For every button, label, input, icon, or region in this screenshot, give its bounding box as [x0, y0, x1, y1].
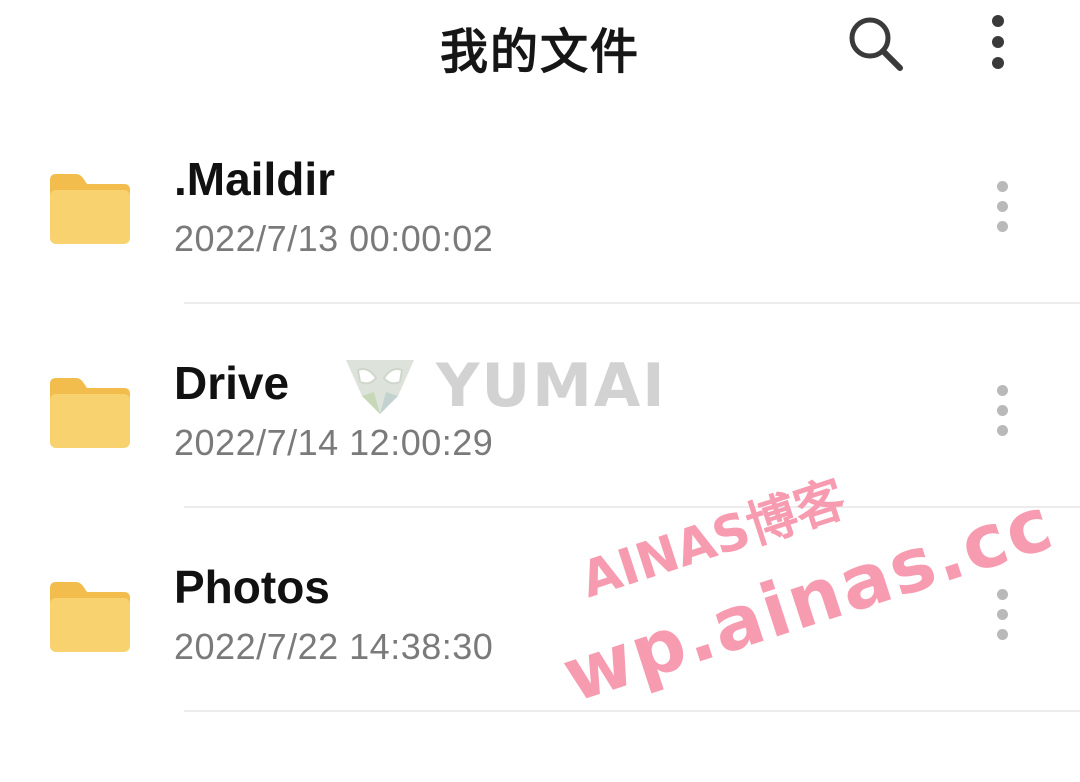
more-vertical-icon — [992, 15, 1004, 27]
file-row-drive[interactable]: Drive 2022/7/14 12:00:29 — [0, 304, 1080, 508]
more-vertical-icon-dot — [996, 424, 1008, 436]
more-vertical-icon-dot — [992, 57, 1004, 69]
search-button[interactable] — [840, 10, 912, 78]
file-more-button[interactable] — [984, 578, 1020, 650]
file-date: 2022/7/13 00:00:02 — [174, 218, 494, 259]
file-name: Drive — [174, 357, 290, 409]
folder-icon — [50, 174, 130, 244]
more-vertical-icon-dot — [996, 608, 1008, 620]
search-icon — [849, 17, 903, 71]
folder-icon — [50, 582, 130, 652]
folder-icon — [50, 378, 130, 448]
file-name: .Maildir — [174, 153, 336, 205]
file-more-button[interactable] — [984, 374, 1020, 446]
divider — [184, 710, 1080, 712]
file-date: 2022/7/22 14:38:30 — [174, 626, 494, 667]
file-list: .Maildir 2022/7/13 00:00:02 Drive 2022/7… — [0, 100, 1080, 712]
more-vertical-icon-dot — [996, 220, 1008, 232]
file-date: 2022/7/14 12:00:29 — [174, 422, 494, 463]
file-row-photos[interactable]: Photos 2022/7/22 14:38:30 — [0, 508, 1080, 712]
more-vertical-icon-dot — [996, 200, 1008, 212]
file-row-maildir[interactable]: .Maildir 2022/7/13 00:00:02 — [0, 100, 1080, 304]
page-title: 我的文件 — [439, 24, 640, 80]
more-vertical-icon-dot — [992, 36, 1004, 48]
more-vertical-icon-dot — [996, 404, 1008, 416]
more-vertical-icon — [996, 180, 1008, 192]
file-name: Photos — [174, 561, 330, 613]
more-vertical-icon-dot — [996, 628, 1008, 640]
more-vertical-icon — [996, 588, 1008, 600]
app-header: 我的文件 — [0, 0, 1080, 100]
more-options-button[interactable] — [968, 6, 1028, 78]
file-more-button[interactable] — [984, 170, 1020, 242]
more-vertical-icon — [996, 384, 1008, 396]
